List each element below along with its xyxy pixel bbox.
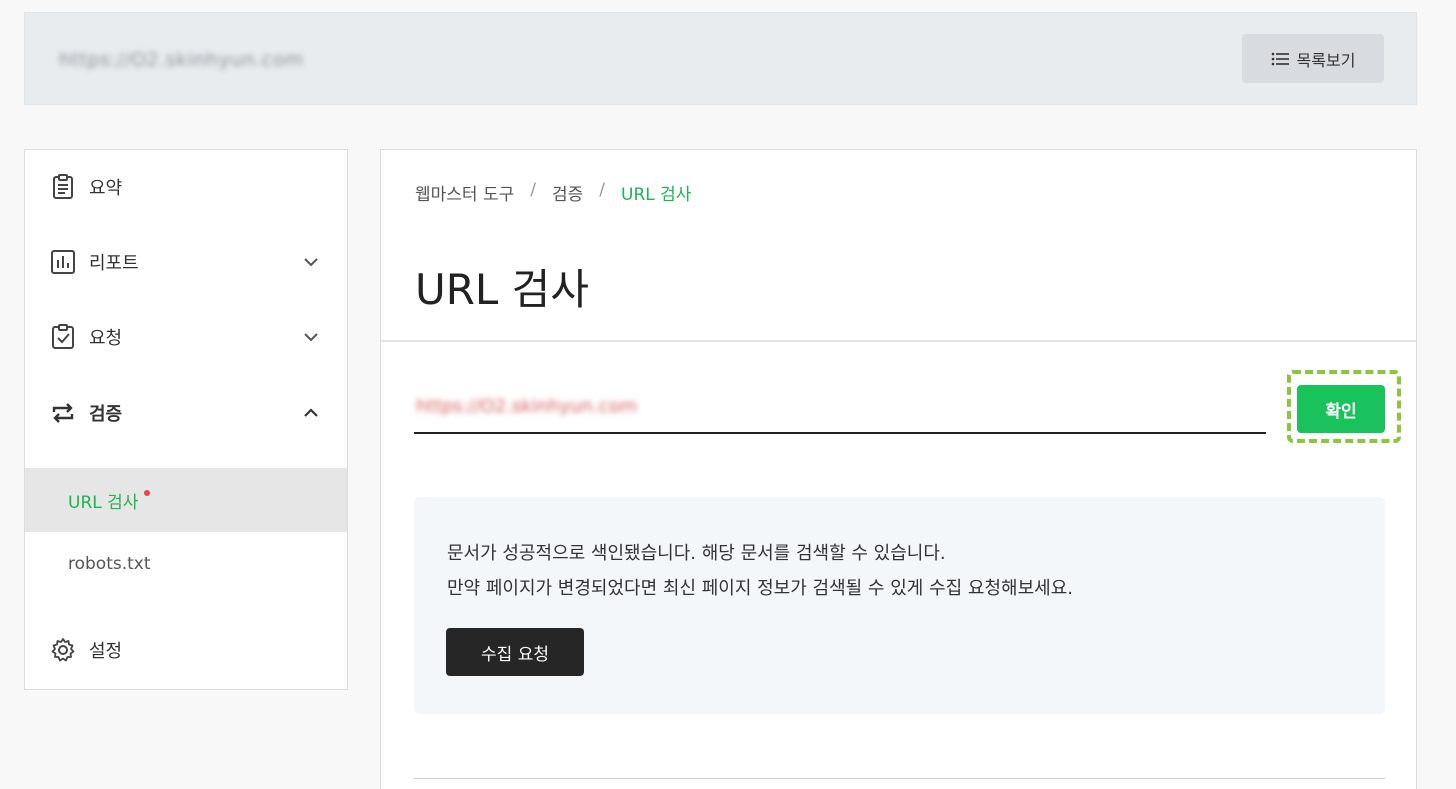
- breadcrumb: 웹마스터 도구 / 검증 / URL 검사: [415, 180, 691, 205]
- sidebar-item-report[interactable]: 리포트: [25, 242, 347, 282]
- index-status-box: 문서가 성공적으로 색인됐습니다. 해당 문서를 검색할 수 있습니다. 만약 …: [414, 497, 1385, 714]
- breadcrumb-separator: /: [599, 180, 605, 200]
- gear-icon: [51, 638, 75, 662]
- confirm-button[interactable]: 확인: [1297, 385, 1385, 433]
- sidebar-item-summary[interactable]: 요약: [25, 167, 347, 207]
- chevron-down-icon[interactable]: [303, 329, 319, 345]
- divider: [381, 340, 1416, 342]
- chevron-down-icon[interactable]: [303, 254, 319, 270]
- clipboard-check-icon: [52, 324, 74, 349]
- sidebar-item-settings[interactable]: 설정: [25, 630, 347, 670]
- repeat-arrows-icon: [52, 403, 74, 423]
- sidebar-item-label: 리포트: [89, 253, 139, 274]
- chevron-up-icon[interactable]: [303, 405, 319, 421]
- sidebar-item-label: 설정: [89, 641, 123, 662]
- breadcrumb-item[interactable]: 웹마스터 도구: [415, 180, 514, 205]
- main-panel: 웹마스터 도구 / 검증 / URL 검사 URL 검사 https://O2.…: [380, 149, 1417, 789]
- collect-request-button[interactable]: 수집 요청: [446, 628, 584, 676]
- site-url: https://O2.skinhyun.com: [59, 49, 304, 71]
- new-badge-dot: [144, 490, 151, 496]
- sidebar: 요약 리포트 요청 검증 URL 검사 robots.txt 설정: [24, 149, 348, 690]
- site-header: https://O2.skinhyun.com 목록보기: [24, 12, 1417, 105]
- breadcrumb-item[interactable]: 검증: [552, 180, 583, 205]
- bar-chart-icon: [51, 250, 75, 274]
- sidebar-subitem-robots[interactable]: robots.txt: [25, 532, 347, 596]
- breadcrumb-separator: /: [530, 180, 536, 200]
- breadcrumb-current: URL 검사: [621, 185, 692, 205]
- url-input[interactable]: [414, 382, 1266, 434]
- sidebar-item-request[interactable]: 요청: [25, 317, 347, 357]
- sidebar-subitem-label: robots.txt: [68, 554, 151, 574]
- status-message-line: 문서가 성공적으로 색인됐습니다. 해당 문서를 검색할 수 있습니다.: [447, 543, 946, 564]
- list-view-label: 목록보기: [1296, 50, 1356, 70]
- list-view-button[interactable]: 목록보기: [1242, 34, 1384, 83]
- sidebar-item-label: 검증: [89, 404, 123, 425]
- page-title: URL 검사: [415, 265, 589, 314]
- sidebar-subitem-label: URL 검사: [68, 492, 139, 513]
- sidebar-item-verify[interactable]: 검증: [25, 393, 347, 433]
- clipboard-icon: [53, 174, 73, 199]
- status-message-line: 만약 페이지가 변경되었다면 최신 페이지 정보가 검색될 수 있게 수집 요청…: [447, 578, 1073, 599]
- sidebar-item-label: 요청: [89, 328, 123, 349]
- list-icon: [1271, 52, 1289, 65]
- divider: [414, 778, 1385, 779]
- sidebar-item-label: 요약: [89, 178, 123, 199]
- sidebar-subitem-url-inspect[interactable]: URL 검사: [25, 468, 347, 532]
